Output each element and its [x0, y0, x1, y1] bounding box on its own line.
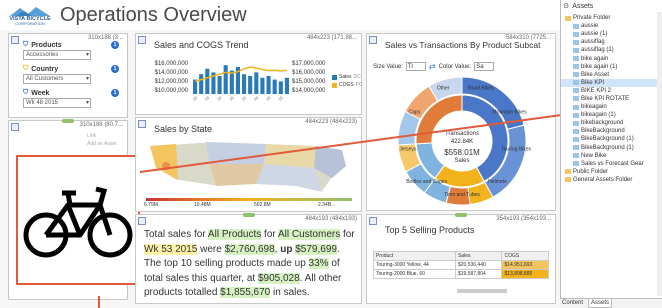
asset-label: aussie [581, 23, 599, 30]
image-icon [573, 128, 579, 134]
image-icon [573, 112, 579, 118]
asset-item[interactable]: BikeBackground [561, 127, 662, 135]
asset-label: bikebackground [581, 120, 624, 127]
image-icon [573, 64, 579, 70]
asset-item[interactable]: aussie (1) [561, 30, 662, 38]
folder-icon [565, 177, 571, 183]
image-icon [573, 72, 579, 78]
asset-item[interactable]: Bike Asset [561, 71, 662, 79]
asset-label: Bike KPI [581, 79, 605, 86]
asset-item[interactable]: Bike KPI ROTATE [561, 95, 662, 103]
image-icon [573, 47, 579, 53]
asset-label: Private Folder [573, 15, 611, 22]
asset-item[interactable]: aussie [561, 22, 662, 30]
folder-icon [565, 169, 571, 175]
asset-label: bikeagain [581, 104, 607, 111]
tab-content[interactable]: Content [562, 300, 583, 306]
asset-folder[interactable]: Private Folder [561, 14, 662, 22]
asset-label: bike again (1) [581, 63, 618, 70]
image-icon [573, 104, 579, 110]
asset-item[interactable]: BIKE KPI 2 [561, 87, 662, 95]
asset-label: Public Folder [573, 168, 609, 175]
asset-label: BikeBackground (1) [581, 136, 634, 143]
image-icon [573, 88, 579, 94]
asset-item[interactable]: BikeBackground (1) [561, 144, 662, 152]
asset-label: Bike KPI ROTATE [581, 95, 630, 102]
asset-label: bikeagain (1) [581, 112, 616, 119]
asset-label: aussiflag (1) [581, 47, 614, 54]
image-icon [573, 120, 579, 126]
asset-folder[interactable]: Public Folder [561, 168, 662, 176]
asset-item[interactable]: BikeBackground (1) [561, 135, 662, 143]
vertical-scrollbar[interactable] [657, 12, 662, 296]
asset-label: BIKE KPI 2 [581, 87, 612, 94]
asset-item[interactable]: Bike KPI [561, 78, 662, 87]
asset-item[interactable]: bikeagain [561, 103, 662, 111]
image-icon [573, 161, 579, 167]
image-icon [573, 80, 579, 86]
assets-panel: ⚙ Assets Private Folder aussie aussie (1) a… [560, 0, 662, 308]
asset-item[interactable]: Sales vs Forecast Gear [561, 160, 662, 168]
image-icon [573, 153, 579, 159]
gear-icon[interactable]: ⚙ [563, 2, 569, 10]
asset-item[interactable]: New Bike [561, 152, 662, 160]
image-icon [573, 39, 579, 45]
asset-label: New Bike [581, 152, 607, 159]
asset-label: General Assets Folder [573, 176, 633, 183]
asset-item[interactable]: bikeagain (1) [561, 111, 662, 119]
asset-label: bike again [581, 55, 609, 62]
asset-label: BikeBackground (1) [581, 144, 634, 151]
asset-folder[interactable]: General Assets Folder [561, 176, 662, 184]
image-icon [573, 136, 579, 142]
image-icon [573, 96, 579, 102]
asset-label: aussie (1) [581, 31, 608, 38]
image-icon [573, 23, 579, 29]
asset-item[interactable]: bike again [561, 54, 662, 62]
assets-header: ⚙ Assets [563, 2, 594, 11]
image-icon [573, 31, 579, 37]
asset-tree: Private Folder aussie aussie (1) aussiflag a… [561, 14, 662, 184]
tab-assets[interactable]: Assets [588, 299, 613, 308]
image-icon [573, 56, 579, 62]
asset-item[interactable]: bike again (1) [561, 63, 662, 71]
image-icon [573, 145, 579, 151]
asset-label: Sales vs Forecast Gear [581, 160, 644, 167]
asset-label: BikeBackground [581, 128, 625, 135]
asset-label: Bike Asset [581, 71, 610, 78]
assets-tabs: Content Assets [560, 298, 662, 308]
asset-label: aussiflag [581, 39, 605, 46]
assets-title: Assets [572, 2, 594, 10]
asset-item[interactable]: aussiflag [561, 38, 662, 46]
asset-item[interactable]: aussiflag (1) [561, 46, 662, 54]
folder-icon [565, 15, 571, 21]
asset-item[interactable]: bikebackground [561, 119, 662, 127]
